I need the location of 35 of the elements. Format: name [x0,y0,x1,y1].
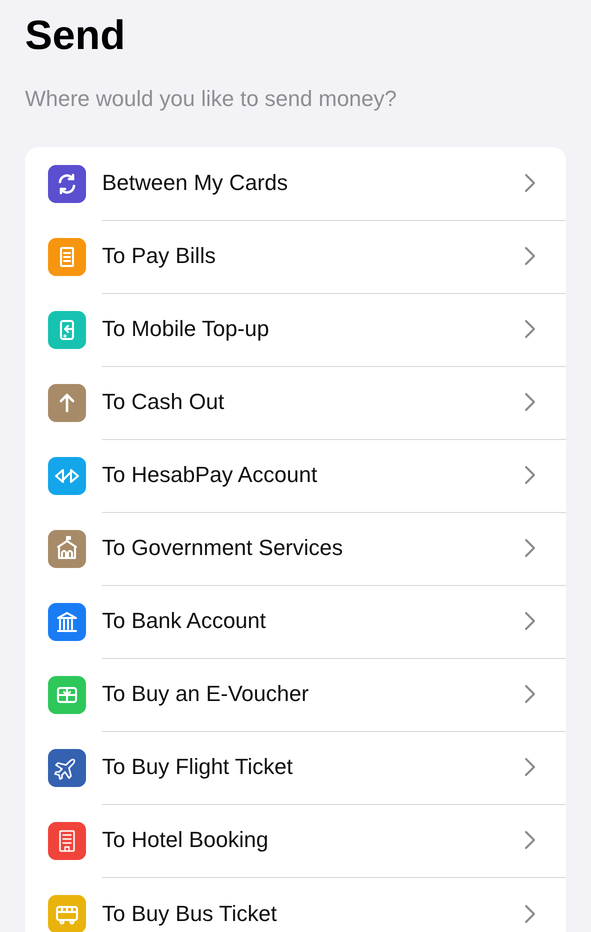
list-item[interactable]: To Hotel Booking [25,804,566,877]
item-label: To HesabPay Account [102,462,318,488]
chevron-right-icon [524,757,536,777]
item-label: To Buy an E-Voucher [102,681,310,707]
item-label: To Cash Out [102,389,226,415]
chevron-right-icon [524,538,536,558]
chevron-right-icon [524,830,536,850]
list-item[interactable]: To Cash Out [25,366,566,439]
list-item[interactable]: To Government Services [25,512,566,585]
chevron-right-icon [524,465,536,485]
list-item[interactable]: To Buy Flight Ticket [25,731,566,804]
list-item[interactable]: Between My Cards [25,147,566,220]
item-label: To Buy Flight Ticket [102,754,294,780]
item-label: To Government Services [102,535,344,561]
item-label: To Mobile Top-up [102,316,270,342]
chevron-right-icon [524,904,536,924]
chevron-right-icon [524,392,536,412]
subtitle: Where would you like to send money? [25,85,398,113]
list-item[interactable]: To Buy Bus Ticket [25,877,566,932]
page-title: Send [25,11,126,60]
list-item[interactable]: To HesabPay Account [25,439,566,512]
chevron-right-icon [524,246,536,266]
list-item[interactable]: To Buy an E-Voucher [25,658,566,731]
list-item[interactable]: To Pay Bills [25,220,566,293]
chevron-right-icon [524,173,536,193]
item-label: To Hotel Booking [102,827,270,853]
item-label: To Buy Bus Ticket [102,900,278,926]
list-item[interactable]: To Mobile Top-up [25,293,566,366]
chevron-right-icon [524,684,536,704]
item-label: Between My Cards [102,170,289,196]
chevron-right-icon [524,611,536,631]
item-label: To Bank Account [102,608,267,634]
item-label: To Pay Bills [102,243,217,269]
list-item[interactable]: To Bank Account [25,585,566,658]
chevron-right-icon [524,319,536,339]
